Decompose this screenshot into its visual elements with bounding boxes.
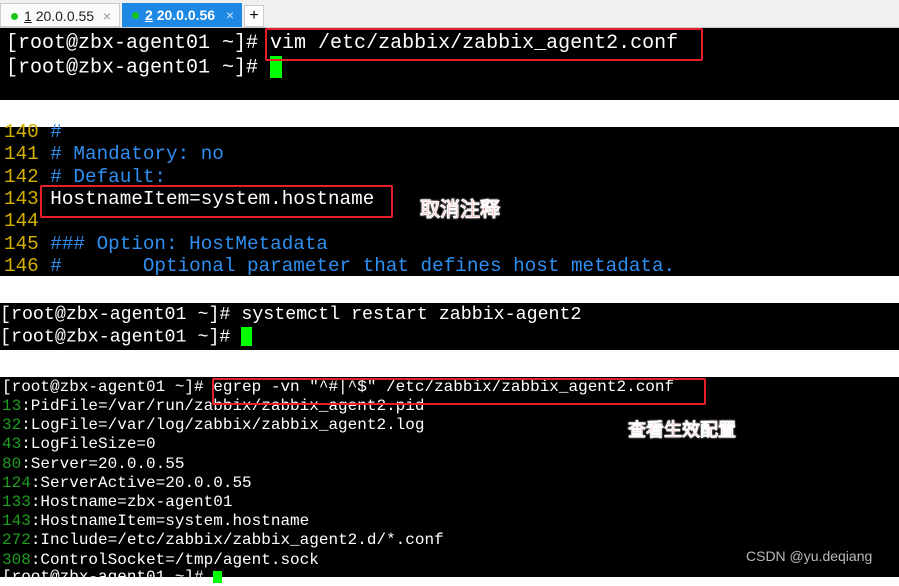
- config-line: 43:LogFileSize=0: [2, 435, 156, 453]
- line-number: 144: [4, 210, 39, 233]
- highlight-box: [212, 378, 706, 405]
- line-text: :HostnameItem=system.hostname: [30, 512, 310, 531]
- vim-line: 141 # Mandatory: no: [4, 143, 224, 165]
- prompt: [root@zbx-agent01 ~]#: [0, 327, 242, 348]
- command: systemctl restart zabbix-agent2: [241, 305, 582, 325]
- line-number: 13: [2, 397, 22, 415]
- tab-label: 20.0.0.56: [156, 7, 216, 23]
- config-line: 80:Server=20.0.0.55: [2, 455, 184, 473]
- line-number: 80: [2, 454, 22, 473]
- line-text: :LogFileSize=0: [21, 435, 156, 454]
- tab-number: 2: [145, 7, 153, 23]
- vim-line: 140 #: [4, 121, 62, 143]
- close-tab-icon[interactable]: ×: [103, 4, 111, 28]
- line-number: 140: [4, 121, 39, 143]
- line-number: 142: [4, 165, 39, 188]
- config-line: 133:Hostname=zbx-agent01: [2, 493, 232, 511]
- line-number: 43: [2, 435, 22, 454]
- line-number: 141: [4, 143, 39, 166]
- line-number: 124: [2, 473, 31, 492]
- connected-status-icon: [132, 12, 139, 19]
- cursor: [241, 327, 253, 346]
- line-text: :Include=/etc/zabbix/zabbix_agent2.d/*.c…: [30, 531, 444, 550]
- connected-status-icon: [11, 13, 18, 20]
- annotation-effective-config: 查看生效配置: [628, 420, 737, 442]
- terminal-line: [root@zbx-agent01 ~]#: [2, 568, 223, 586]
- config-line: 32:LogFile=/var/log/zabbix/zabbix_agent2…: [2, 416, 424, 434]
- prompt: [root@zbx-agent01 ~]#: [2, 378, 214, 396]
- line-number: 145: [4, 232, 39, 255]
- terminal-line: [root@zbx-agent01 ~]#: [0, 327, 253, 348]
- config-line: 308:ControlSocket=/tmp/agent.sock: [2, 551, 319, 569]
- line-text: # Optional parameter that defines host m…: [38, 254, 676, 277]
- prompt: [root@zbx-agent01 ~]#: [0, 305, 242, 325]
- terminal-panel-restart[interactable]: [root@zbx-agent01 ~]# systemctl restart …: [0, 303, 899, 350]
- config-line: 143:HostnameItem=system.hostname: [2, 512, 309, 530]
- close-tab-icon[interactable]: ×: [226, 3, 234, 27]
- line-number: 143: [4, 187, 39, 210]
- line-text: :ServerActive=20.0.0.55: [30, 473, 252, 492]
- tab-label: 20.0.0.55: [35, 8, 95, 24]
- watermark: CSDN @yu.deqiang: [746, 548, 873, 564]
- config-line: 124:ServerActive=20.0.0.55: [2, 474, 252, 492]
- line-number: 32: [2, 416, 22, 435]
- line-text: :ControlSocket=/tmp/agent.sock: [30, 550, 319, 569]
- line-number: 308: [2, 550, 31, 569]
- highlight-box: [40, 185, 393, 218]
- line-text: # Mandatory: no: [38, 143, 224, 166]
- prompt: [root@zbx-agent01 ~]#: [6, 32, 271, 55]
- tab-session-1[interactable]: 1 20.0.0.55 ×: [0, 3, 120, 27]
- prompt: [root@zbx-agent01 ~]#: [6, 56, 271, 80]
- vim-line: 144: [4, 210, 39, 232]
- vim-line: 146 # Optional parameter that defines ho…: [4, 255, 675, 277]
- vim-line: 145 ### Option: HostMetadata: [4, 233, 328, 255]
- config-line: 272:Include=/etc/zabbix/zabbix_agent2.d/…: [2, 531, 444, 549]
- highlight-box: [265, 28, 703, 61]
- line-number: 133: [2, 493, 31, 511]
- terminal-line: [root@zbx-agent01 ~]# systemctl restart …: [0, 305, 581, 325]
- line-number: 143: [2, 512, 31, 531]
- terminal-panel-egrep[interactable]: [root@zbx-agent01 ~]# egrep -vn "^#|^$" …: [0, 377, 899, 586]
- line-text: :Hostname=zbx-agent01: [30, 493, 233, 511]
- annotation-uncomment: 取消注释: [420, 197, 501, 222]
- line-text: :LogFile=/var/log/zabbix/zabbix_agent2.l…: [21, 416, 425, 435]
- tab-number: 1: [24, 8, 32, 24]
- new-tab-button[interactable]: +: [244, 5, 264, 27]
- line-text: :Server=20.0.0.55: [21, 454, 185, 473]
- line-number: 146: [4, 254, 39, 277]
- prompt: [root@zbx-agent01 ~]#: [2, 568, 214, 586]
- line-number: 272: [2, 531, 31, 550]
- line-text: ### Option: HostMetadata: [38, 232, 328, 255]
- tab-session-2[interactable]: 2 20.0.0.56 ×: [122, 3, 242, 27]
- line-text: #: [38, 121, 62, 143]
- terminal-line: [root@zbx-agent01 ~]#: [6, 56, 283, 80]
